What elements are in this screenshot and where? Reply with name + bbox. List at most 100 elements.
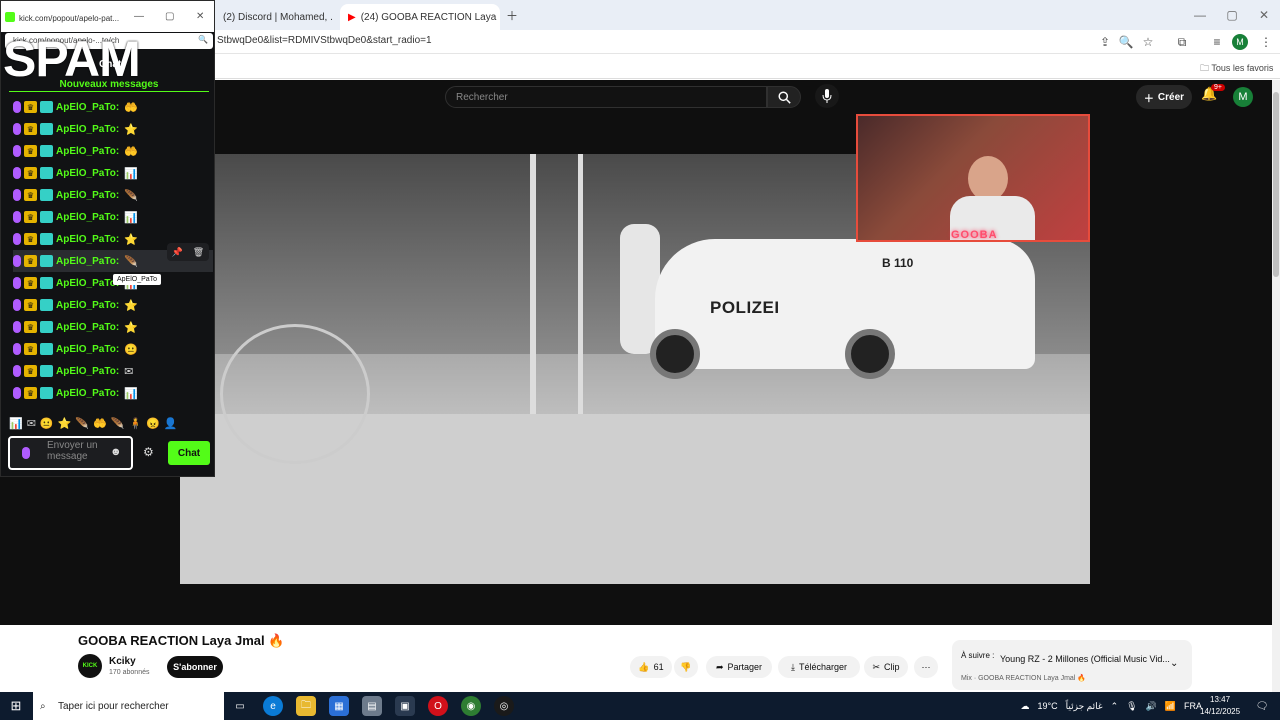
chevron-up-icon[interactable]: ⌃	[1111, 701, 1119, 712]
media-icon[interactable]: ≡	[1208, 33, 1226, 51]
list-item[interactable]: ♛ ApElO_PaTo: 🪶	[13, 184, 213, 206]
chat-username[interactable]: ApElO_PaTo:	[56, 300, 119, 311]
share-button[interactable]: ➦ Partager	[706, 656, 772, 678]
star-icon[interactable]: ☆	[1139, 33, 1157, 51]
menu-icon[interactable]: ⋮	[1257, 33, 1275, 51]
chat-input[interactable]: Envoyer un message ☻	[8, 436, 133, 470]
emote-icon[interactable]: ⭐	[58, 417, 72, 430]
up-next-card[interactable]: À suivre : Young RZ - 2 Millones (Offici…	[952, 640, 1192, 690]
list-item[interactable]: ♛ ApElO_PaTo: ✉	[13, 360, 213, 382]
chat-username[interactable]: ApElO_PaTo:	[56, 256, 119, 267]
extensions-icon[interactable]: ⧉	[1173, 33, 1191, 51]
emote-icon[interactable]: 🤲	[93, 417, 107, 430]
emote-icon[interactable]: 🪶	[111, 417, 125, 430]
minimize-icon[interactable]: —	[134, 11, 144, 22]
more-actions-button[interactable]: ⋯	[914, 656, 938, 678]
store-icon[interactable]: ▦	[329, 696, 349, 716]
chat-username[interactable]: ApElO_PaTo:	[56, 102, 119, 113]
chat-username[interactable]: ApElO_PaTo:	[56, 190, 119, 201]
zoom-icon[interactable]: 🔍	[1117, 33, 1135, 51]
list-item[interactable]: ♛ ApElO_PaTo: ⭐	[13, 316, 213, 338]
emoji-icon[interactable]: ☻	[110, 446, 122, 458]
zoom-icon[interactable]: 🔍	[198, 35, 208, 44]
voice-search-button[interactable]	[815, 84, 839, 108]
channel-avatar[interactable]: KICK	[78, 654, 102, 678]
mic-icon[interactable]: 🎙	[1126, 701, 1137, 712]
bookmarks-folder[interactable]: 🗀 Tous les favoris	[1200, 61, 1273, 77]
taskbar-search-input[interactable]: ⌕ Taper ici pour rechercher	[33, 692, 224, 720]
profile-avatar[interactable]: M	[1232, 34, 1248, 50]
chat-username[interactable]: ApElO_PaTo:	[56, 322, 119, 333]
close-icon[interactable]: ✕	[1248, 0, 1280, 30]
emote-icon[interactable]: 😐	[40, 417, 54, 430]
minimize-icon[interactable]: —	[1184, 0, 1216, 30]
edge-icon[interactable]: e	[263, 696, 283, 716]
new-tab-icon[interactable]: ＋	[503, 6, 521, 24]
task-view-icon[interactable]: ▭	[230, 696, 250, 716]
install-icon[interactable]: ⇪	[1096, 33, 1114, 51]
search-button[interactable]	[767, 86, 801, 108]
delete-icon[interactable]: 🗑	[193, 247, 204, 258]
list-item[interactable]: ♛ ApElO_PaTo: 🤲	[13, 96, 213, 118]
create-button[interactable]: ＋ Créer	[1136, 85, 1192, 109]
windows-start-icon[interactable]: ⊞	[6, 696, 26, 716]
chat-username[interactable]: ApElO_PaTo:	[56, 212, 119, 223]
wifi-icon[interactable]: 📶	[1165, 701, 1176, 712]
notifications-icon[interactable]: 🗨	[1252, 696, 1272, 716]
list-item[interactable]: ♛ ApElO_PaTo: 😐	[13, 338, 213, 360]
new-messages-banner[interactable]: Nouveaux messages	[9, 79, 209, 92]
file-explorer-icon[interactable]: 🗀	[296, 696, 316, 716]
channel-name[interactable]: Kciky	[109, 656, 136, 667]
emote-icon[interactable]: 🧍	[128, 417, 142, 430]
chat-username[interactable]: ApElO_PaTo:	[56, 366, 119, 377]
chat-username[interactable]: ApElO_PaTo:	[56, 168, 119, 179]
list-item[interactable]: ♛ ApElO_PaTo: 🤲	[13, 140, 213, 162]
like-button[interactable]: 👍 61	[630, 656, 672, 678]
subscribe-button[interactable]: S'abonner	[167, 656, 223, 678]
close-icon[interactable]: ✕	[196, 11, 204, 22]
opera-icon[interactable]: O	[428, 696, 448, 716]
url-text[interactable]: StbwqDe0&list=RDMIVStbwqDe0&start_radio=…	[217, 35, 432, 46]
chat-emote: ⭐	[124, 321, 138, 334]
page-scrollbar[interactable]	[1272, 80, 1280, 692]
chat-username[interactable]: ApElO_PaTo:	[56, 124, 119, 135]
emote-icon[interactable]: 👤	[164, 417, 178, 430]
maximize-icon[interactable]: ▢	[165, 11, 174, 22]
chat-username[interactable]: ApElO_PaTo:	[56, 146, 119, 157]
chrome-icon[interactable]: ◉	[461, 696, 481, 716]
pin-icon[interactable]: 📌	[172, 247, 183, 258]
app-icon[interactable]: ◎	[494, 696, 514, 716]
chat-username[interactable]: ApElO_PaTo:	[56, 388, 119, 399]
emote-icon[interactable]: ✉	[27, 417, 36, 430]
gear-icon[interactable]: ⚙	[143, 445, 154, 459]
weather-temp[interactable]: 19°C	[1038, 701, 1058, 711]
tab-youtube[interactable]: ▶ (24) GOOBA REACTION Laya ... 🔊 ✕	[340, 4, 500, 30]
chat-username[interactable]: ApElO_PaTo:	[56, 344, 119, 355]
chat-send-button[interactable]: Chat	[168, 441, 210, 465]
list-item[interactable]: ♛ ApElO_PaTo: 📊	[13, 162, 213, 184]
maximize-icon[interactable]: ▢	[1216, 0, 1248, 30]
avatar[interactable]: M	[1233, 87, 1253, 107]
clock[interactable]: 13:47 14/12/2025	[1200, 694, 1240, 718]
dislike-button[interactable]: 👎	[674, 656, 698, 678]
search-input[interactable]: Rechercher	[445, 86, 767, 108]
emote-icon[interactable]: 😠	[146, 417, 160, 430]
calculator-icon[interactable]: ▣	[395, 696, 415, 716]
tab-discord[interactable]: (2) Discord | Mohamed, ... ◉ ✕	[215, 4, 333, 30]
list-item[interactable]: ♛ ApElO_PaTo: 📊	[13, 206, 213, 228]
list-item[interactable]: ♛ ApElO_PaTo: 📊	[13, 382, 213, 404]
chat-username[interactable]: ApElO_PaTo:	[56, 278, 119, 289]
emote-icon[interactable]: 📊	[9, 417, 23, 430]
chat-username[interactable]: ApElO_PaTo:	[56, 234, 119, 245]
scroll-thumb[interactable]	[1273, 92, 1279, 277]
popup-titlebar[interactable]: kick.com/popout/apelo-pat... — ▢ ✕	[1, 1, 214, 32]
chevron-down-icon[interactable]: ⌄	[1170, 658, 1178, 669]
download-button[interactable]: ⤓ Télécharger	[778, 656, 860, 678]
emote-icon[interactable]: 🪶	[75, 417, 89, 430]
list-item[interactable]: ♛ ApElO_PaTo: ⭐	[13, 118, 213, 140]
list-item[interactable]: ♛ ApElO_PaTo: ⭐	[13, 294, 213, 316]
volume-icon[interactable]: 🔊	[1146, 701, 1157, 712]
clip-button[interactable]: ✂ Clip	[864, 656, 908, 678]
app-icon[interactable]: ▤	[362, 696, 382, 716]
kick-chat-popup[interactable]: kick.com/popout/apelo-pat... — ▢ ✕ kick.…	[0, 0, 215, 477]
